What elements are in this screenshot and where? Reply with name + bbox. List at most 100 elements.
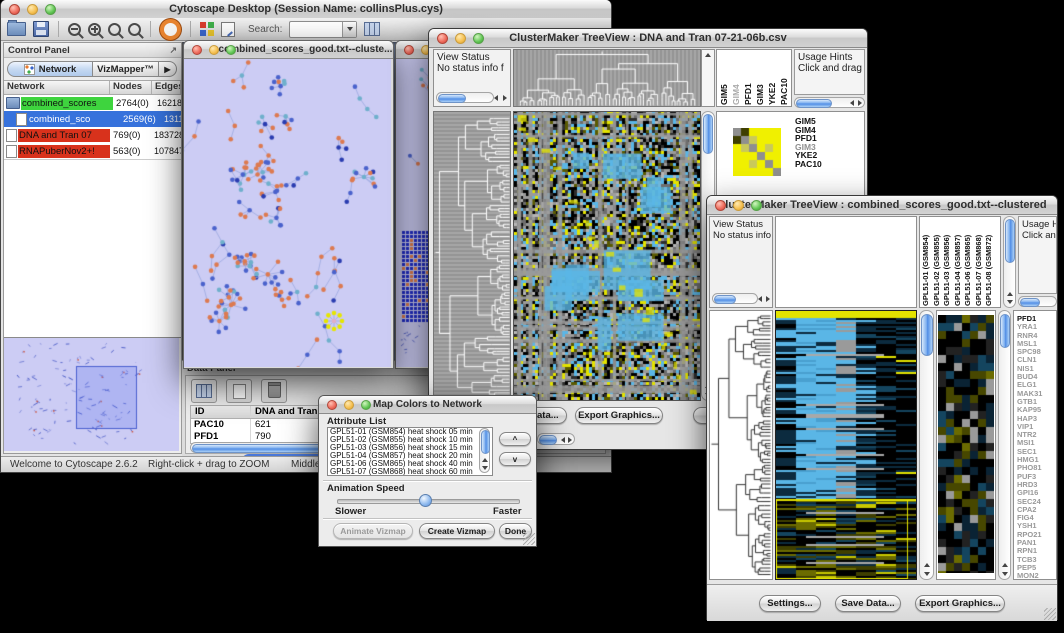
col-id[interactable]: ID <box>191 406 251 418</box>
treeview1-titlebar[interactable]: ClusterMaker TreeView : DNA and Tran 07-… <box>429 29 867 48</box>
scroll-left-icon[interactable] <box>850 100 854 106</box>
resize-grip[interactable] <box>1044 608 1056 620</box>
help-icon[interactable] <box>160 19 181 40</box>
tv2-export-graphics-button[interactable]: Export Graphics... <box>915 595 1005 612</box>
network-table-header[interactable]: Network Nodes Edges <box>4 80 181 95</box>
open-session-icon[interactable] <box>7 22 26 36</box>
tab-vizmapper[interactable]: VizMapper™ <box>93 61 159 77</box>
tv1-heatmap-canvas[interactable] <box>514 112 700 400</box>
scroll-right-icon[interactable] <box>503 95 507 101</box>
column-label[interactable]: GIM3 <box>755 51 766 105</box>
scroll-down-icon[interactable] <box>1007 300 1013 304</box>
main-titlebar[interactable]: Cytoscape Desktop (Session Name: collins… <box>1 0 611 19</box>
dialog-titlebar[interactable]: Map Colors to Network <box>319 396 536 414</box>
search-options-icon[interactable] <box>364 22 380 36</box>
column-label[interactable]: GIM5 <box>719 51 730 105</box>
zoom-in-icon[interactable] <box>88 23 101 36</box>
network-name[interactable]: RNAPuberNov2+! <box>18 145 110 158</box>
tv2-row-dendrogram-canvas[interactable] <box>710 311 772 579</box>
network1-canvas[interactable] <box>184 59 391 367</box>
column-label[interactable]: GPL51-06 (GSM865) <box>963 218 974 306</box>
network-table-row[interactable]: combined_sco 2569(6) 13112(15) <box>4 111 181 127</box>
move-down-button[interactable]: v <box>499 452 531 466</box>
search-dropdown-icon[interactable] <box>342 22 356 37</box>
scroll-down-icon[interactable] <box>924 572 930 576</box>
float-panel-icon[interactable]: ↗ <box>169 45 177 56</box>
zoom-button[interactable] <box>473 33 484 44</box>
scroll-thumb[interactable] <box>714 295 736 304</box>
annotation-icon[interactable] <box>221 22 235 37</box>
col-nodes[interactable]: Nodes <box>110 81 152 94</box>
tv2-usage-scrollbar[interactable] <box>1018 296 1057 307</box>
column-label[interactable]: GIM4 <box>731 51 742 105</box>
tv2-vscrollbar[interactable] <box>919 310 934 580</box>
col-edges[interactable]: Edges <box>152 81 181 94</box>
scroll-thumb[interactable] <box>539 435 557 445</box>
network-table-row[interactable]: combined_scores 2764(0) 16218(0) <box>4 95 181 111</box>
slider-thumb[interactable] <box>419 494 432 507</box>
scroll-down-icon[interactable] <box>1002 572 1008 576</box>
scroll-right-icon[interactable] <box>568 437 572 443</box>
minimize-button[interactable] <box>209 45 219 55</box>
tv1-global-heatmap[interactable] <box>513 111 701 401</box>
save-session-icon[interactable] <box>33 21 49 37</box>
network-overview-canvas[interactable] <box>4 338 179 451</box>
tv1-status-scrollbar[interactable] <box>436 92 494 103</box>
tv2-zoom-scrollbar[interactable] <box>998 310 1011 580</box>
scroll-thumb[interactable] <box>1020 298 1040 307</box>
col-network[interactable]: Network <box>4 81 110 94</box>
scroll-up-icon[interactable] <box>924 563 930 567</box>
resize-grip[interactable] <box>523 533 535 545</box>
column-label[interactable]: GPL51-07 (GSM868) <box>974 218 985 306</box>
tv2-zoom-heatmap-canvas[interactable] <box>938 315 994 573</box>
close-button[interactable] <box>9 4 20 15</box>
tv1-mini-scroll-strip[interactable] <box>701 49 715 107</box>
column-label[interactable]: GPL51-04 (GSM857) <box>953 218 964 306</box>
tv1-row-dendrogram-canvas[interactable] <box>434 112 510 400</box>
delete-attribute-button[interactable] <box>261 379 287 403</box>
gene-label[interactable]: MON2 <box>1017 572 1056 580</box>
scroll-thumb[interactable] <box>1005 219 1015 263</box>
scroll-up-icon[interactable] <box>1002 563 1008 567</box>
scroll-thumb[interactable] <box>796 99 832 108</box>
zoom-fit-icon[interactable] <box>108 23 121 36</box>
column-label[interactable]: YKE2 <box>767 51 778 105</box>
tv1-row-dendrogram[interactable] <box>433 111 511 401</box>
scroll-down-icon[interactable] <box>482 466 488 470</box>
close-button[interactable] <box>404 45 414 55</box>
column-label[interactable]: PFD1 <box>743 51 754 105</box>
tv1-export-graphics-button[interactable]: Export Graphics... <box>575 407 663 424</box>
tv2-row-dendrogram[interactable] <box>709 310 773 580</box>
scroll-thumb[interactable] <box>1000 314 1010 348</box>
network-table-row[interactable]: RNAPuberNov2+! 563(0) 107847(0) <box>4 143 181 159</box>
column-label[interactable]: GPL51-01 (GSM854) <box>921 218 932 306</box>
tv2-global-heatmap[interactable] <box>775 310 917 580</box>
tv2-status-scrollbar[interactable] <box>712 293 758 304</box>
scroll-left-icon[interactable] <box>494 95 498 101</box>
column-label[interactable]: GPL51-02 (GSM855) <box>932 218 943 306</box>
column-label[interactable]: GPL51-03 (GSM856) <box>942 218 953 306</box>
tv1-zoom-heatmap-canvas[interactable] <box>733 128 781 176</box>
scroll-up-icon[interactable] <box>705 53 711 57</box>
zoom-button[interactable] <box>226 45 236 55</box>
zoom-selected-icon[interactable] <box>128 23 141 36</box>
minimize-button[interactable] <box>344 400 354 410</box>
scroll-up-icon[interactable] <box>1007 292 1013 296</box>
scroll-thumb[interactable] <box>921 314 933 356</box>
zoom-button[interactable] <box>45 4 56 15</box>
tv2-collabel-scrollbar[interactable] <box>1003 216 1016 308</box>
scroll-thumb[interactable] <box>438 94 466 103</box>
search-input[interactable] <box>289 21 357 38</box>
minimize-button[interactable] <box>27 4 38 15</box>
attribute-row-id[interactable]: PAC10 <box>191 419 251 431</box>
close-button[interactable] <box>192 45 202 55</box>
tv2-settings-button[interactable]: Settings... <box>759 595 821 612</box>
zoom-button[interactable] <box>751 200 762 211</box>
close-button[interactable] <box>715 200 726 211</box>
zoom-button[interactable] <box>361 400 371 410</box>
tv1-bottom-scrollbar[interactable] <box>537 433 575 445</box>
scroll-thumb[interactable] <box>703 114 713 154</box>
column-label[interactable]: PAC10 <box>779 51 790 105</box>
tv2-heatmap-canvas[interactable] <box>776 311 916 579</box>
network-table-row[interactable]: DNA and Tran 07 769(0) 183728(0) <box>4 127 181 143</box>
